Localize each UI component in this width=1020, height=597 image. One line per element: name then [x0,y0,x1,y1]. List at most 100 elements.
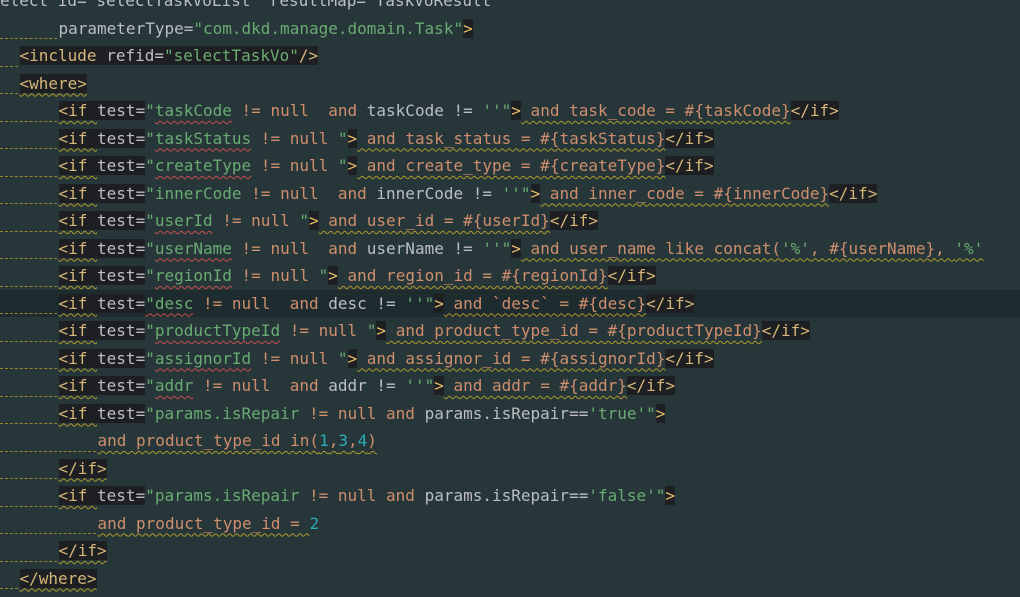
code-token: and [337,183,367,203]
code-token: " [424,376,435,395]
code-line[interactable]: and product_type_id = 2 [0,510,1020,538]
code-line[interactable]: parameterType="com.dkd.manage.domain.Tas… [0,15,1020,43]
code-token: assignorId [154,348,252,368]
code-token: " [424,293,435,313]
code-editor[interactable]: elect id="selectTaskVoList" resultMap="T… [0,0,1020,597]
indent-warning-mark [0,339,57,342]
code-token: "innerCode [145,183,242,203]
code-token: " [145,348,155,368]
code-token: != null [251,128,338,148]
code-token: != null [231,101,329,120]
code-token: > [376,321,387,340]
code-line[interactable]: <if test="userId != null "> and user_id … [0,207,1020,235]
code-token: " [299,211,309,230]
code-token: test= [97,156,146,175]
indent-warning-mark [0,449,96,452]
code-token: and create_type = #{createType} [357,156,666,175]
code-token: > [308,211,319,230]
code-token: " [337,348,348,368]
code-token: " [145,238,155,258]
code-line[interactable]: and product_type_id in(1,3,4) [0,427,1020,455]
code-line[interactable]: </if> [0,537,1020,565]
code-line[interactable]: <if test="params.isRepair != null and pa… [0,482,1020,510]
indent-warning-mark [0,64,18,67]
code-line[interactable]: <if test="desc != null and desc != ''"> … [0,289,1020,317]
code-line[interactable]: <include refid="selectTaskVo"/> [0,42,1020,70]
code-token: <if [58,101,98,120]
code-token: " [318,266,329,285]
code-token: test= [97,266,146,285]
code-token: and product_type_id = #{productTypeId} [386,321,762,340]
code-line[interactable]: </where> [0,565,1020,593]
indent-warning-mark [0,146,57,149]
code-token: test= [97,321,146,340]
code-token: and [328,101,358,120]
indent-warning-mark [0,504,57,507]
code-token: regionId [154,266,232,285]
code-line[interactable]: <if test="userName != null and userName … [0,235,1020,263]
code-token: <if [58,486,98,505]
indent-warning-mark [0,531,96,534]
code-token: <if [58,156,98,175]
code-token: '' [482,101,502,120]
code-line[interactable]: <if test="regionId != null "> and region… [0,262,1020,290]
code-line[interactable]: elect id="selectTaskVoList" resultMap="T… [0,0,1020,15]
code-token: != null [299,486,387,505]
code-line[interactable]: <if test="taskCode != null and taskCode … [0,97,1020,125]
code-token: > [665,486,676,505]
code-token: </if> [58,541,107,560]
indent-warning-mark [0,559,57,562]
code-token: 2 [309,513,320,533]
code-token: <if [58,211,98,230]
code-token: <if [58,376,98,395]
code-token: ) [367,431,377,450]
code-token: " [145,266,155,285]
code-token: " [145,101,155,120]
code-token: and assignor_id = #{assignorId} [357,348,666,368]
code-token: test= [97,238,146,258]
code-token: " [145,376,155,395]
code-token: > [511,238,521,258]
code-token: > [463,18,473,38]
indent-warning-mark [0,421,57,424]
indent-warning-mark [0,284,57,287]
indent-warning-mark [0,36,57,39]
code-token: taskCode != [357,101,483,120]
code-token: userName != [357,238,483,258]
code-token: and region_id = #{regionId} [337,266,608,285]
code-token: innerCode != [366,183,502,203]
code-token: createType [154,156,252,175]
code-line[interactable]: <if test="createType != null "> and crea… [0,152,1020,180]
code-token: <include [19,46,107,65]
code-token: taskCode [154,101,232,120]
code-line[interactable]: <if test="params.isRepair != null and pa… [0,400,1020,428]
code-token: '%' [781,238,810,258]
code-line[interactable]: <if test="innerCode != null and innerCod… [0,180,1020,208]
code-token: 'false' [588,486,656,505]
code-token: != null [212,211,300,230]
code-token: "selectTaskVo" [164,46,299,65]
code-token: test= [97,128,146,148]
code-token: '' [405,293,425,313]
code-token: > [434,293,444,313]
code-line[interactable]: <where> [0,70,1020,98]
code-token: 3 [338,431,348,450]
code-line[interactable]: </if> [0,455,1020,483]
code-token: " [366,321,377,340]
code-token: > [347,128,358,148]
code-token: > [347,156,358,175]
code-token: /> [298,46,319,65]
code-line[interactable]: <if test="assignorId != null "> and assi… [0,345,1020,373]
code-token: </if> [829,183,878,203]
code-token: and user_id = #{userId} [318,211,550,230]
code-token: " [655,486,666,505]
code-token: '' [501,183,521,203]
code-token: <if [58,183,98,203]
code-token: params.isRepair== [414,403,589,423]
code-token: , #{userName}, [809,238,955,258]
code-line[interactable]: <if test="addr != null and addr != ''"> … [0,372,1020,400]
code-token: taskStatus [154,128,252,148]
code-line[interactable]: <if test="taskStatus != null "> and task… [0,125,1020,153]
code-token: elect id="selectTaskVoList" resultMap="T… [0,0,501,10]
code-line[interactable]: <if test="productTypeId != null "> and p… [0,317,1020,345]
